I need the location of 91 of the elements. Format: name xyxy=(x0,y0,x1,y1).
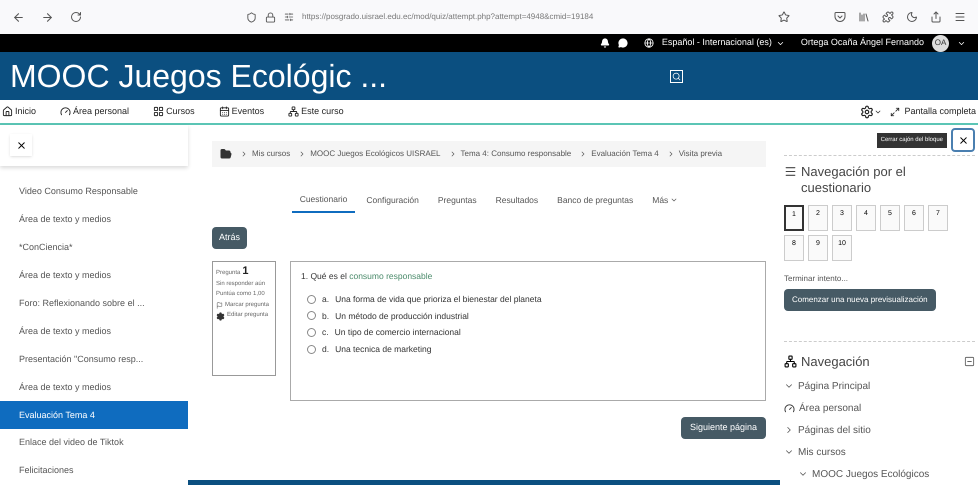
answer-option[interactable]: c. Un tipo de comercio internacional xyxy=(307,326,755,339)
radio-button[interactable] xyxy=(307,294,316,304)
breadcrumb-link[interactable]: Visita previa xyxy=(678,148,722,160)
question-number: 1 xyxy=(242,265,248,278)
close-icon xyxy=(16,140,26,151)
address-bar[interactable]: https://posgrado.uisrael.edu.ec/mod/quiz/attempt.php?attempt=4948&cmid=19184 xyxy=(238,5,798,29)
tab[interactable]: Resultados xyxy=(488,187,546,213)
search-icon[interactable] xyxy=(670,70,683,82)
breadcrumb-link[interactable]: Mis cursos xyxy=(252,148,290,160)
folder-icon xyxy=(220,148,232,160)
sidebar-item[interactable]: Felicitaciones xyxy=(0,457,188,485)
sidebar-item[interactable]: Foro: Reflexionando sobre el ... xyxy=(0,290,188,318)
quiz-navigation-title: Navegación por el cuestionario xyxy=(801,164,907,196)
tree-item[interactable]: Página Principal xyxy=(798,378,870,394)
puzzle-icon[interactable] xyxy=(882,11,894,23)
menu-icon[interactable] xyxy=(954,11,966,23)
nav-link[interactable]: Eventos xyxy=(218,104,264,118)
bell-icon[interactable] xyxy=(600,38,610,48)
tab[interactable]: Banco de preguntas xyxy=(549,187,642,213)
flag-icon xyxy=(216,302,223,309)
nav-link[interactable]: Cursos xyxy=(153,104,195,118)
radio-button[interactable] xyxy=(307,311,316,320)
library-icon[interactable] xyxy=(858,11,870,23)
sidebar-item[interactable]: Evaluación Tema 4 xyxy=(0,401,188,430)
breadcrumb-link[interactable]: Tema 4: Consumo responsable xyxy=(460,148,572,160)
url-text: https://posgrado.uisrael.edu.ec/mod/quiz/attempt.php?attempt=4948&cmid=19184 xyxy=(302,11,594,23)
finish-attempt-link[interactable]: Terminar intento... xyxy=(784,272,975,284)
settings-icon[interactable] xyxy=(860,104,874,118)
moon-icon[interactable] xyxy=(906,11,918,23)
pocket-icon[interactable] xyxy=(834,11,846,23)
tree-item[interactable]: Páginas del sitio xyxy=(798,422,871,438)
back-icon[interactable] xyxy=(12,10,25,24)
question-text: 1. Qué es el consumo responsable xyxy=(301,270,434,283)
new-preview-button[interactable]: Comenzar una nueva previsualización xyxy=(784,288,936,310)
breadcrumb-link[interactable]: MOOC Juegos Ecológicos UISRAEL xyxy=(310,148,441,160)
gear-icon xyxy=(216,312,225,321)
expand-icon xyxy=(890,106,900,116)
nav-link[interactable]: Área personal xyxy=(60,104,130,118)
language-menu[interactable]: Español - Internacional (es) xyxy=(662,36,785,50)
dashboard-icon xyxy=(60,106,72,117)
chat-icon[interactable] xyxy=(618,38,628,48)
sidebar-item[interactable]: Enlace del video de Tiktok xyxy=(0,429,188,458)
forward-icon[interactable] xyxy=(41,10,54,24)
globe-icon xyxy=(644,38,654,48)
close-button[interactable] xyxy=(951,128,975,152)
fullscreen-link[interactable]: Pantalla completa xyxy=(890,104,976,118)
tree-item[interactable]: Área personal xyxy=(799,400,862,416)
share-icon[interactable] xyxy=(930,11,942,23)
sidebar-item[interactable]: Área de texto y medios xyxy=(0,262,188,290)
next-page-button[interactable]: Siguiente página xyxy=(680,417,766,439)
sidebar-item[interactable]: *ConCiencia* xyxy=(0,234,188,262)
lock-icon xyxy=(265,12,276,22)
tab[interactable]: Cuestionario xyxy=(292,187,356,213)
dashboard-icon xyxy=(784,402,795,414)
navigation-title: Navegación xyxy=(801,352,870,371)
radio-button[interactable] xyxy=(307,328,316,338)
answer-option[interactable]: d. Una tecnica de marketing xyxy=(307,343,755,356)
sidebar-item[interactable]: Presentación "Consumo resp... xyxy=(0,345,188,374)
collapse-icon[interactable] xyxy=(964,356,975,367)
back-button[interactable]: Atrás xyxy=(212,227,248,249)
answer-option[interactable]: a. Una forma de vida que prioriza el bienestar del planeta xyxy=(307,292,755,306)
calendar-icon xyxy=(218,106,230,117)
course-title: MOOC Juegos Ecológic ... xyxy=(10,57,388,96)
user-name[interactable]: Ortega Ocaña Ángel Fernando xyxy=(800,36,924,50)
glossary-link[interactable]: consumo responsable xyxy=(349,271,432,281)
tree-item[interactable]: MOOC Juegos Ecológicos xyxy=(812,466,930,482)
sitemap-icon xyxy=(288,106,300,117)
sidebar-item[interactable]: Video Consumo Responsable xyxy=(0,178,188,206)
avatar[interactable]: OA xyxy=(932,34,949,52)
nav-link[interactable]: Inicio xyxy=(2,104,36,118)
caret-icon xyxy=(670,196,678,204)
list-icon xyxy=(784,165,797,178)
home-icon xyxy=(2,106,13,117)
nav-link[interactable]: Este curso xyxy=(288,104,344,118)
chevron-right-icon xyxy=(240,150,248,158)
sitemap-icon xyxy=(784,354,797,368)
grid-icon xyxy=(153,106,164,117)
close-icon xyxy=(958,134,968,146)
sidebar-item[interactable]: Área de texto y medios xyxy=(0,318,188,346)
breadcrumb-link[interactable]: Evaluación Tema 4 xyxy=(591,148,659,160)
shield-icon xyxy=(246,12,257,22)
tab[interactable]: Más xyxy=(644,187,686,213)
sidebar-item[interactable]: Área de texto y medios xyxy=(0,373,188,402)
reload-icon[interactable] xyxy=(70,11,82,23)
sidebar-item[interactable]: Área de texto y medios xyxy=(0,206,188,234)
radio-button[interactable] xyxy=(307,344,316,354)
tab[interactable]: Preguntas xyxy=(430,187,485,213)
tab[interactable]: Configuración xyxy=(358,187,427,213)
tree-item[interactable]: Mis cursos xyxy=(798,444,846,460)
bookmark-star-icon[interactable] xyxy=(778,11,790,23)
answer-option[interactable]: b. Un método de producción industrial xyxy=(307,310,755,322)
